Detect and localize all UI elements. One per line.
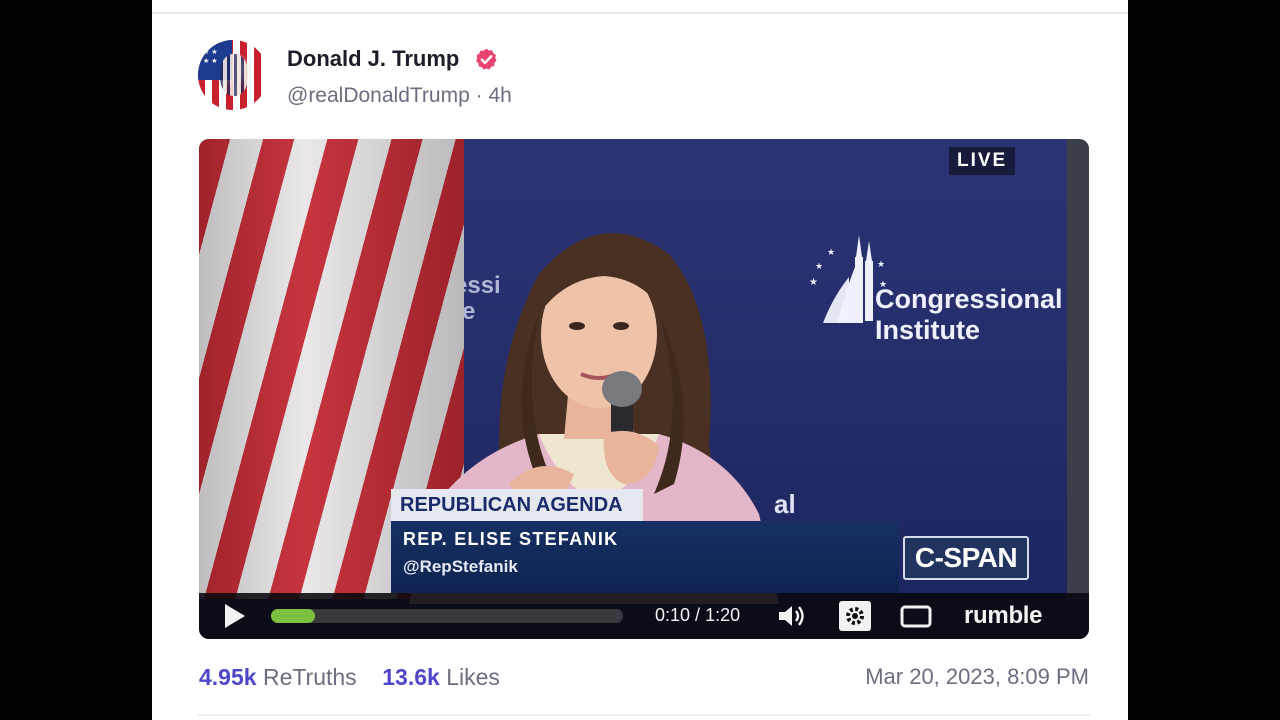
retruths-link[interactable]: 4.95k ReTruths	[199, 664, 357, 690]
author-name[interactable]: Donald J. Trump	[287, 46, 459, 72]
post-timestamp[interactable]: Mar 20, 2023, 8:09 PM	[865, 664, 1089, 690]
likes-count: 13.6k	[382, 664, 440, 690]
svg-text:★: ★	[877, 260, 885, 270]
duration: 1:20	[705, 605, 741, 625]
live-badge: LIVE	[949, 147, 1016, 175]
svg-text:★: ★	[809, 277, 818, 288]
current-time: 0:10	[655, 605, 691, 625]
lower-third-handle: @RepStefanik	[403, 557, 518, 576]
time-display: 0:10 / 1:20	[655, 605, 740, 626]
player-controls: 0:10 / 1:20 rumble	[199, 593, 1089, 639]
time-separator: /	[690, 605, 706, 625]
post-stats: 4.95k ReTruths 13.6k Likes	[199, 664, 500, 691]
lower-third: REP. ELISE STEFANIK @RepStefanik	[391, 521, 899, 593]
separator-dot: ·	[475, 84, 483, 107]
retruths-count: 4.95k	[199, 664, 257, 690]
author-handle-line: @realDonaldTrump · 4h	[287, 84, 512, 108]
video-player[interactable]: essi te ★ ★ ★ ★ ★ Congressional Institut…	[199, 139, 1089, 639]
avatar[interactable]	[198, 40, 268, 110]
progress-bar[interactable]	[271, 609, 623, 623]
author-handle[interactable]: @realDonaldTrump	[287, 84, 470, 107]
left-letterbox	[0, 0, 152, 720]
org-name-line1: Congressional	[875, 284, 1063, 314]
play-icon[interactable]	[219, 601, 249, 631]
lower-third-name: REP. ELISE STEFANIK	[403, 529, 619, 549]
post-card: Donald J. Trump @realDonaldTrump · 4h es…	[152, 0, 1128, 720]
likes-link[interactable]: 13.6k Likes	[382, 664, 500, 690]
lower-third-topic: REPUBLICAN AGENDA	[391, 489, 643, 521]
rumble-logo[interactable]: rumble	[964, 602, 1043, 630]
verified-badge-icon	[476, 48, 497, 70]
likes-label: Likes	[446, 664, 500, 690]
progress-fill	[271, 609, 315, 623]
org-name-line2: Institute	[875, 315, 980, 345]
post-age[interactable]: 4h	[488, 84, 511, 107]
fullscreen-icon[interactable]	[899, 601, 933, 631]
divider	[198, 714, 1090, 716]
volume-icon[interactable]	[775, 601, 809, 631]
cspan-logo: C-SPAN	[903, 536, 1029, 580]
retruths-label: ReTruths	[262, 664, 357, 690]
divider	[152, 12, 1128, 14]
right-letterbox	[1128, 0, 1280, 720]
settings-icon[interactable]	[837, 601, 871, 631]
svg-text:★: ★	[827, 248, 835, 258]
svg-text:★: ★	[815, 262, 823, 272]
